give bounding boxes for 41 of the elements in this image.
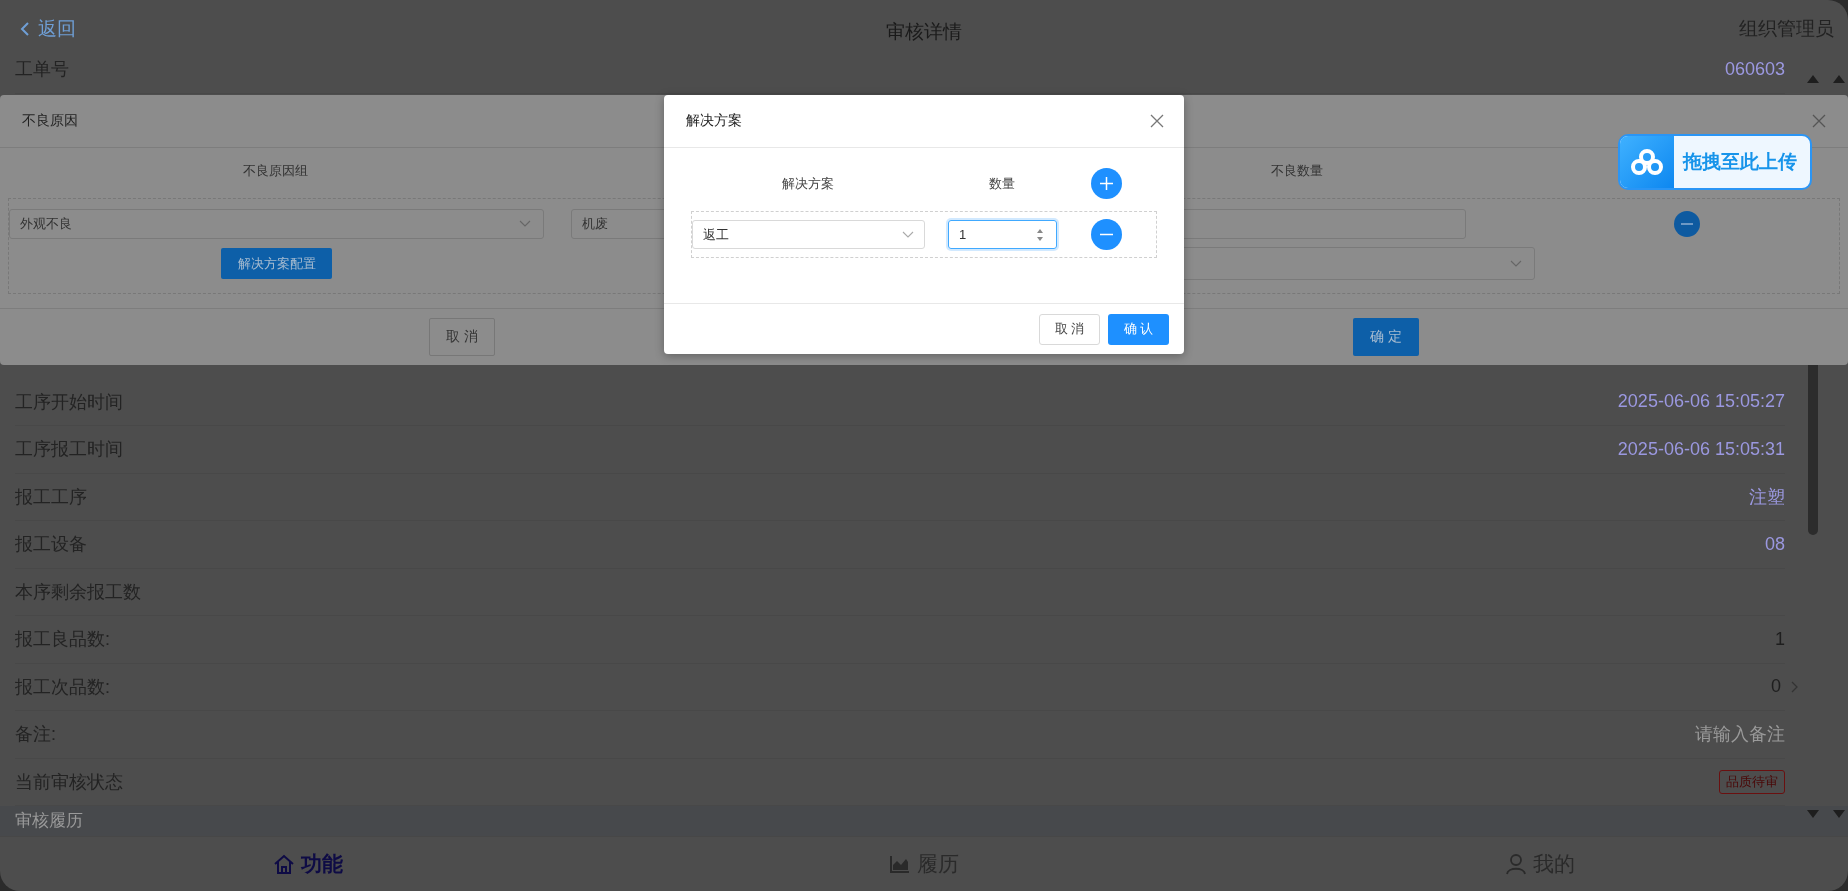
upload-label: 拖拽至此上传 (1681, 150, 1797, 174)
ok-button[interactable]: 确 定 (1353, 318, 1419, 356)
chevron-down-icon (902, 230, 914, 239)
section-title: 审核履历 (15, 810, 83, 832)
chart-icon (889, 854, 911, 874)
solution-select[interactable]: 返工 (692, 220, 925, 249)
cancel-button[interactable]: 取 消 (1039, 313, 1100, 345)
dialog-title: 不良原因 (22, 112, 78, 130)
remark-input[interactable]: 请输入备注 (1585, 723, 1785, 745)
chevron-down-icon (1510, 259, 1522, 268)
reason-group-select[interactable]: 外观不良 (9, 209, 544, 239)
column-header: 数量 (987, 174, 1016, 193)
home-icon (273, 853, 295, 875)
close-icon[interactable] (1150, 114, 1164, 128)
remove-icon[interactable] (1674, 211, 1700, 237)
quantity-input[interactable]: 1 (948, 220, 1057, 249)
solution-config-button[interactable]: 解决方案配置 (221, 248, 332, 279)
column-header: 解决方案 (780, 174, 835, 193)
column-header: 不良数量 (1270, 162, 1324, 180)
tab[interactable]: 功能 (0, 837, 616, 891)
user-icon (1505, 853, 1527, 875)
remove-icon[interactable] (1091, 219, 1122, 250)
upload-widget[interactable]: 拖拽至此上传 (1618, 134, 1812, 190)
add-icon[interactable] (1091, 168, 1122, 199)
field-value: 060603 (1724, 58, 1785, 80)
field-value: 2025-06-06 15:05:27 (1617, 391, 1785, 413)
chevron-right-icon (1791, 679, 1799, 694)
status-tag: 品质待审 (1719, 769, 1785, 794)
field-value: 注塑 (1749, 485, 1785, 509)
cancel-button[interactable]: 取 消 (429, 318, 495, 356)
column-header: 不良原因组 (242, 162, 309, 180)
field-value: 08 (1764, 533, 1785, 555)
chevron-left-icon (20, 21, 30, 37)
chevron-down-icon (519, 220, 531, 228)
confirm-button[interactable]: 确 认 (1108, 313, 1169, 345)
dialog-title: 解决方案 (686, 112, 742, 130)
spinner-icon[interactable] (1036, 227, 1044, 242)
cloud-icon (1630, 148, 1664, 176)
close-icon[interactable] (1812, 114, 1826, 128)
field-value: 2025-06-06 15:05:31 (1617, 438, 1785, 460)
back-link[interactable]: 返回 (20, 16, 76, 42)
